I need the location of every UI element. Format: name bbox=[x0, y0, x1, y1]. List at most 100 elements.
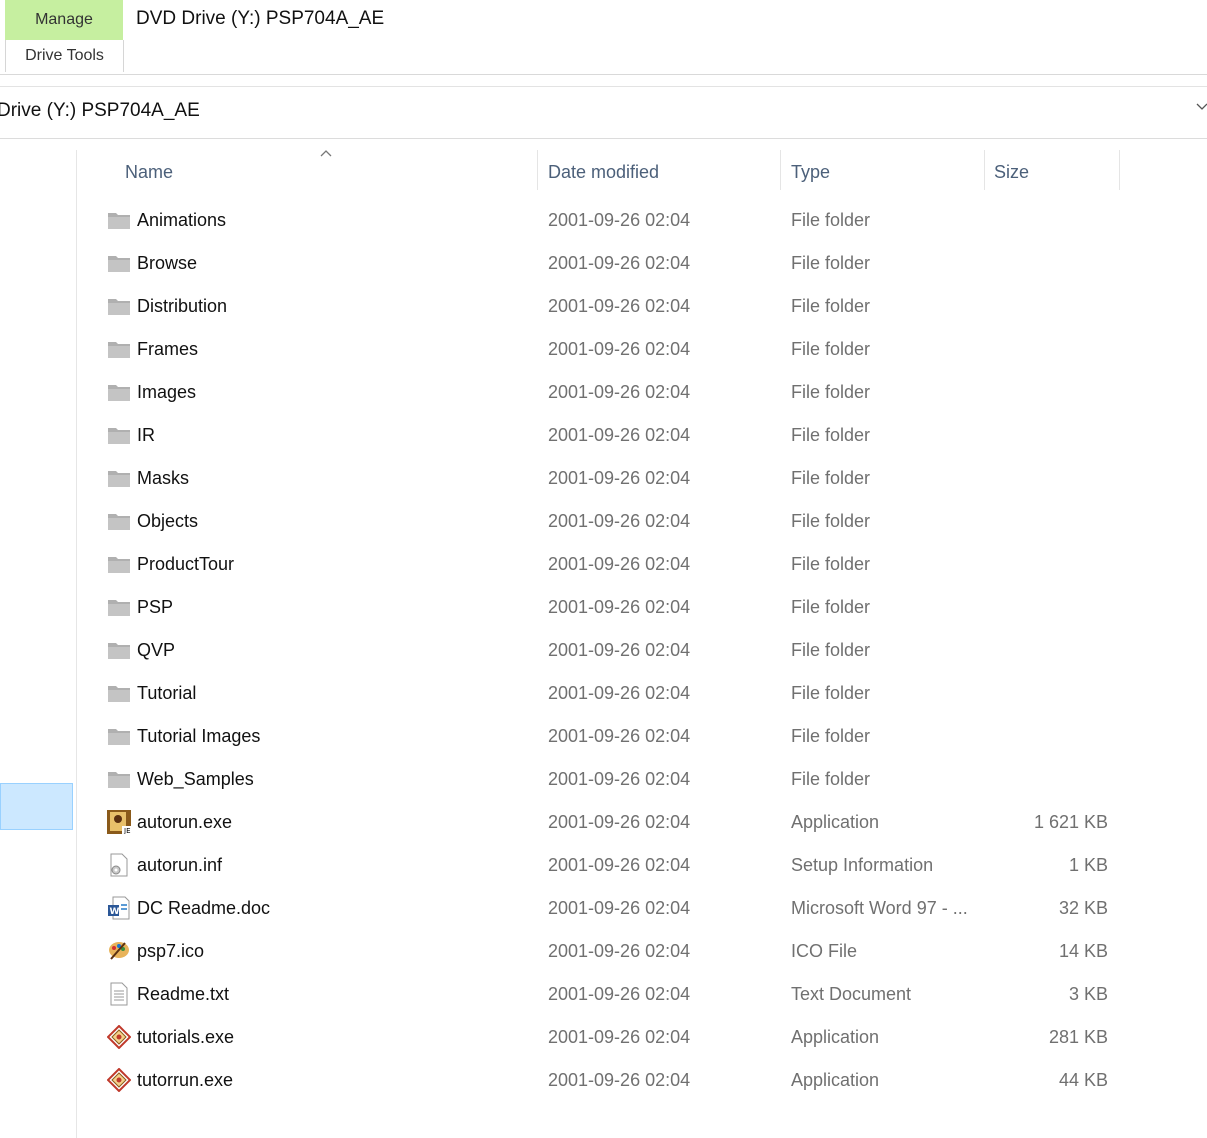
folder-icon bbox=[107, 380, 131, 404]
folder-icon bbox=[107, 638, 131, 662]
ribbon-divider bbox=[0, 86, 1207, 87]
file-date: 2001-09-26 02:04 bbox=[548, 984, 691, 1004]
column-separator[interactable] bbox=[1119, 150, 1120, 190]
palette-icon bbox=[107, 939, 131, 963]
setup-file-icon bbox=[107, 853, 131, 877]
column-header-name[interactable]: Name bbox=[108, 150, 536, 194]
file-row[interactable]: Animations 2001-09-26 02:04 File folder bbox=[100, 200, 1120, 240]
folder-icon bbox=[107, 552, 131, 576]
drive-tools-tab[interactable]: Drive Tools bbox=[5, 40, 124, 72]
file-row[interactable]: PSP 2001-09-26 02:04 File folder bbox=[100, 587, 1120, 627]
file-name: DC Readme.doc bbox=[137, 898, 271, 918]
file-size bbox=[988, 716, 1108, 756]
file-date: 2001-09-26 02:04 bbox=[548, 898, 691, 918]
file-type: File folder bbox=[791, 640, 871, 660]
file-row[interactable]: Readme.txt 2001-09-26 02:04 Text Document 3… bbox=[100, 974, 1120, 1014]
file-date: 2001-09-26 02:04 bbox=[548, 683, 691, 703]
file-row[interactable]: IR 2001-09-26 02:04 File folder bbox=[100, 415, 1120, 455]
file-type: File folder bbox=[791, 382, 871, 402]
file-size bbox=[988, 458, 1108, 498]
file-type: File folder bbox=[791, 511, 871, 531]
file-name: autorun.inf bbox=[137, 855, 223, 875]
file-type: ICO File bbox=[791, 941, 858, 961]
file-date: 2001-09-26 02:04 bbox=[548, 210, 691, 230]
file-name: Animations bbox=[137, 210, 227, 230]
file-row[interactable]: Web_Samples 2001-09-26 02:04 File folder bbox=[100, 759, 1120, 799]
file-type: File folder bbox=[791, 253, 871, 273]
file-size: 1 621 KB bbox=[1033, 812, 1108, 832]
file-date: 2001-09-26 02:04 bbox=[548, 855, 691, 875]
file-row[interactable]: Objects 2001-09-26 02:04 File folder bbox=[100, 501, 1120, 541]
file-size bbox=[988, 759, 1108, 799]
file-date: 2001-09-26 02:04 bbox=[548, 1070, 691, 1090]
file-name: Objects bbox=[137, 511, 199, 531]
file-name: IR bbox=[137, 425, 155, 445]
file-name: Distribution bbox=[137, 296, 228, 316]
file-date: 2001-09-26 02:04 bbox=[548, 1027, 691, 1047]
file-row[interactable]: Images 2001-09-26 02:04 File folder bbox=[100, 372, 1120, 412]
folder-icon bbox=[107, 423, 131, 447]
file-date: 2001-09-26 02:04 bbox=[548, 296, 691, 316]
file-date: 2001-09-26 02:04 bbox=[548, 941, 691, 961]
file-size: 44 KB bbox=[1058, 1070, 1108, 1090]
file-size bbox=[988, 200, 1108, 240]
column-header-size[interactable]: Size bbox=[985, 150, 1119, 194]
file-size bbox=[988, 243, 1108, 283]
file-date: 2001-09-26 02:04 bbox=[548, 253, 691, 273]
file-row[interactable]: Tutorial Images 2001-09-26 02:04 File fold… bbox=[100, 716, 1120, 756]
file-name: Images bbox=[137, 382, 197, 402]
file-size bbox=[988, 415, 1108, 455]
column-header-type[interactable]: Type bbox=[781, 150, 983, 194]
manage-tab[interactable]: Manage bbox=[5, 0, 123, 40]
address-bar-path[interactable]: Drive (Y:) PSP704A_AE bbox=[0, 100, 200, 122]
file-type: File folder bbox=[791, 683, 871, 703]
file-row[interactable]: autorun.inf 2001-09-26 02:04 Setup Informa… bbox=[100, 845, 1120, 885]
file-size bbox=[988, 329, 1108, 369]
folder-icon bbox=[107, 294, 131, 318]
folder-icon bbox=[107, 724, 131, 748]
file-size: 14 KB bbox=[1058, 941, 1108, 961]
tutorial-app-icon bbox=[106, 1067, 132, 1093]
file-size: 3 KB bbox=[1068, 984, 1108, 1004]
file-type: File folder bbox=[791, 296, 871, 316]
file-row[interactable]: JE autorun.exe 2001-09-26 02:04 Application… bbox=[100, 802, 1120, 842]
folder-icon bbox=[107, 767, 131, 791]
folder-icon bbox=[107, 337, 131, 361]
pane-divider[interactable] bbox=[76, 150, 77, 1138]
file-row[interactable]: Tutorial 2001-09-26 02:04 File folder bbox=[100, 673, 1120, 713]
file-name: QVP bbox=[137, 640, 176, 660]
file-row[interactable]: Browse 2001-09-26 02:04 File folder bbox=[100, 243, 1120, 283]
file-type: File folder bbox=[791, 726, 871, 746]
file-date: 2001-09-26 02:04 bbox=[548, 468, 691, 488]
column-header-date[interactable]: Date modified bbox=[538, 150, 780, 194]
file-row[interactable]: W DC Readme.doc 2001-09-26 02:04 Microsoft … bbox=[100, 888, 1120, 928]
file-size: 281 KB bbox=[1048, 1027, 1108, 1047]
file-name: Browse bbox=[137, 253, 198, 273]
file-row[interactable]: Masks 2001-09-26 02:04 File folder bbox=[100, 458, 1120, 498]
file-row[interactable]: ProductTour 2001-09-26 02:04 File folder bbox=[100, 544, 1120, 584]
folder-icon bbox=[107, 509, 131, 533]
file-size bbox=[988, 372, 1108, 412]
file-type: Application bbox=[791, 1070, 880, 1090]
file-row[interactable]: Distribution 2001-09-26 02:04 File folder bbox=[100, 286, 1120, 326]
file-row[interactable]: tutorials.exe 2001-09-26 02:04 Application… bbox=[100, 1017, 1120, 1057]
file-date: 2001-09-26 02:04 bbox=[548, 425, 691, 445]
svg-text:W: W bbox=[110, 907, 120, 917]
file-row[interactable]: tutorrun.exe 2001-09-26 02:04 Application 4… bbox=[100, 1060, 1120, 1100]
file-row[interactable]: Frames 2001-09-26 02:04 File folder bbox=[100, 329, 1120, 369]
chevron-down-icon[interactable] bbox=[1196, 100, 1207, 118]
file-size bbox=[988, 630, 1108, 670]
ribbon-divider bbox=[0, 74, 1207, 75]
file-row[interactable]: QVP 2001-09-26 02:04 File folder bbox=[100, 630, 1120, 670]
file-type: Application bbox=[791, 1027, 880, 1047]
tutorial-app-icon bbox=[106, 1024, 132, 1050]
file-type: File folder bbox=[791, 468, 871, 488]
file-name: autorun.exe bbox=[137, 812, 233, 832]
address-bar-divider bbox=[0, 138, 1207, 139]
nav-selected-item[interactable] bbox=[0, 783, 73, 830]
file-row[interactable]: psp7.ico 2001-09-26 02:04 ICO File 14 KB bbox=[100, 931, 1120, 971]
file-type: Application bbox=[791, 812, 880, 832]
navigation-pane[interactable] bbox=[0, 139, 76, 1138]
svg-text:JE: JE bbox=[123, 827, 131, 834]
file-name: Tutorial bbox=[137, 683, 197, 703]
